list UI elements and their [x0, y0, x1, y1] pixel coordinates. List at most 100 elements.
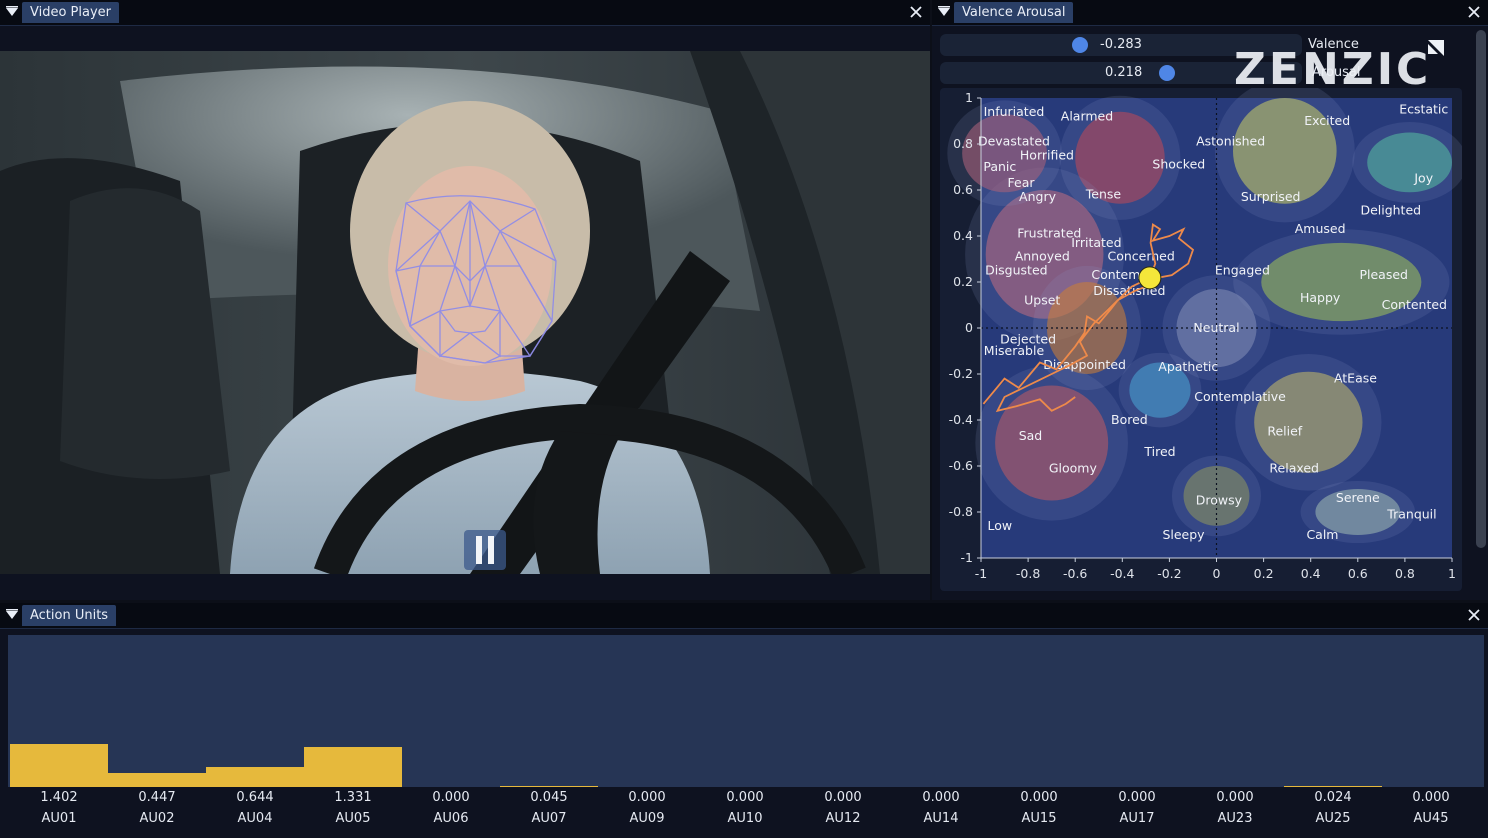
x-tick-label: 0.8 [1395, 566, 1415, 581]
y-tick-label: -1 [961, 550, 973, 565]
valence-arousal-chart: Infuriated Alarmed Ecstatic Excited Devastat… [947, 79, 1467, 581]
valence-arousal-title[interactable]: Valence Arousal [954, 2, 1074, 23]
au-value: 0.000 [824, 790, 862, 805]
emotion-label: Serene [1336, 490, 1380, 505]
action-units-titlebar: Action Units [0, 603, 1488, 629]
emotion-label: Fear [1008, 175, 1036, 190]
au-name: AU04 [237, 811, 273, 826]
valence-arousal-plot[interactable]: Infuriated Alarmed Ecstatic Excited Devastat… [940, 79, 1467, 591]
au-bar-au02 [108, 773, 206, 787]
emotion-label: Happy [1300, 290, 1341, 305]
au-bar-au04 [206, 767, 304, 787]
emotion-region [1254, 371, 1363, 473]
au-name: AU25 [1315, 811, 1351, 826]
collapse-arrow-icon[interactable] [5, 608, 19, 622]
emotion-label: Contemplative [1194, 389, 1286, 404]
y-tick-label: 0.4 [953, 228, 973, 243]
au-value: 0.000 [1020, 790, 1058, 805]
y-tick-label: -0.6 [949, 458, 973, 473]
valence-arousal-scrollbar[interactable] [1476, 30, 1486, 548]
emotion-label: Delighted [1360, 203, 1421, 218]
action-units-panel: Action Units 1.402 AU01 0.447 AU02 0.644 AU04… [0, 603, 1488, 838]
x-tick-label: 0.6 [1348, 566, 1368, 581]
video-image [0, 51, 930, 574]
zenzic-logo: ZENZIC [1234, 40, 1444, 92]
au-value: 0.000 [1412, 790, 1450, 805]
x-tick-label: -0.4 [1110, 566, 1134, 581]
au-value: 0.000 [432, 790, 470, 805]
video-player-panel: Video Player [0, 0, 930, 600]
action-units-title[interactable]: Action Units [22, 605, 117, 626]
emotion-label: Horrified [1020, 148, 1074, 163]
zenzic-brand-text: ZENZIC [1234, 44, 1431, 92]
emotion-label: Apathetic [1158, 359, 1218, 374]
x-tick-label: 0.4 [1301, 566, 1321, 581]
au-bar-au07 [500, 785, 598, 787]
valence-slider-knob[interactable] [1072, 37, 1088, 53]
x-tick-label: -0.6 [1063, 566, 1087, 581]
emotion-label: Ecstatic [1399, 102, 1448, 117]
emotion-label: Surprised [1241, 189, 1301, 204]
au-value: 0.447 [138, 790, 176, 805]
au-value: 0.000 [1216, 790, 1254, 805]
emotion-label: Astonished [1196, 134, 1265, 149]
x-tick-label: -0.2 [1157, 566, 1181, 581]
y-tick-label: -0.2 [949, 366, 973, 381]
collapse-arrow-icon[interactable] [937, 5, 951, 19]
close-icon[interactable] [1466, 607, 1482, 623]
au-value: 0.000 [726, 790, 764, 805]
emotion-label: Angry [1019, 189, 1057, 204]
au-bar-au01 [10, 744, 108, 787]
emotion-label: Shocked [1152, 157, 1205, 172]
emotion-label: Joy [1413, 171, 1433, 186]
au-value: 0.024 [1314, 790, 1352, 805]
close-icon[interactable] [1466, 4, 1482, 20]
collapse-arrow-icon[interactable] [5, 5, 19, 19]
y-tick-label: 0.2 [953, 274, 973, 289]
x-tick-label: -1 [975, 566, 987, 581]
emotion-label: Tired [1143, 444, 1175, 459]
action-units-chart [8, 635, 1484, 787]
emotion-label: Neutral [1193, 320, 1239, 335]
emotion-label: Upset [1024, 292, 1060, 307]
au-value: 1.331 [334, 790, 372, 805]
au-value: 0.644 [236, 790, 274, 805]
valence-arousal-titlebar: Valence Arousal [932, 0, 1488, 26]
emotion-label: Devastated [978, 134, 1050, 149]
video-player-titlebar: Video Player [0, 0, 930, 26]
video-frame[interactable] [0, 51, 930, 574]
au-value: 0.000 [922, 790, 960, 805]
emotion-region [1367, 132, 1452, 193]
x-tick-label: 1 [1448, 566, 1456, 581]
emotion-label: Amused [1295, 221, 1346, 236]
emotion-label: Relaxed [1269, 460, 1319, 475]
emotion-label: Sad [1019, 428, 1043, 443]
au-name: AU12 [825, 811, 861, 826]
au-name: AU09 [629, 811, 665, 826]
emotion-label: Panic [983, 159, 1016, 174]
emotion-label: Alarmed [1061, 108, 1113, 123]
au-bar-au25 [1284, 785, 1382, 787]
emotion-label: Tense [1085, 187, 1122, 202]
pause-button[interactable] [464, 530, 506, 570]
emotion-label: Tranquil [1386, 506, 1436, 521]
y-tick-label: 1 [965, 90, 973, 105]
close-icon[interactable] [908, 4, 924, 20]
current-emotion-point [1138, 266, 1162, 290]
emotion-label: Drowsy [1196, 493, 1243, 508]
x-tick-label: 0.2 [1254, 566, 1274, 581]
arousal-slider-knob[interactable] [1159, 65, 1175, 81]
au-name: AU07 [531, 811, 567, 826]
y-tick-label: 0.6 [953, 182, 973, 197]
emotion-label: Engaged [1215, 263, 1270, 278]
emotion-label: Concerned [1107, 249, 1174, 264]
au-name: AU10 [727, 811, 763, 826]
pause-icon [476, 536, 494, 564]
au-value: 1.402 [40, 790, 78, 805]
emotion-label: Relief [1267, 424, 1302, 439]
emotion-label: Annoyed [1015, 249, 1070, 264]
au-bar-au05 [304, 746, 402, 787]
video-player-title[interactable]: Video Player [22, 2, 120, 23]
au-value: 0.000 [628, 790, 666, 805]
x-tick-label: 0 [1213, 566, 1221, 581]
